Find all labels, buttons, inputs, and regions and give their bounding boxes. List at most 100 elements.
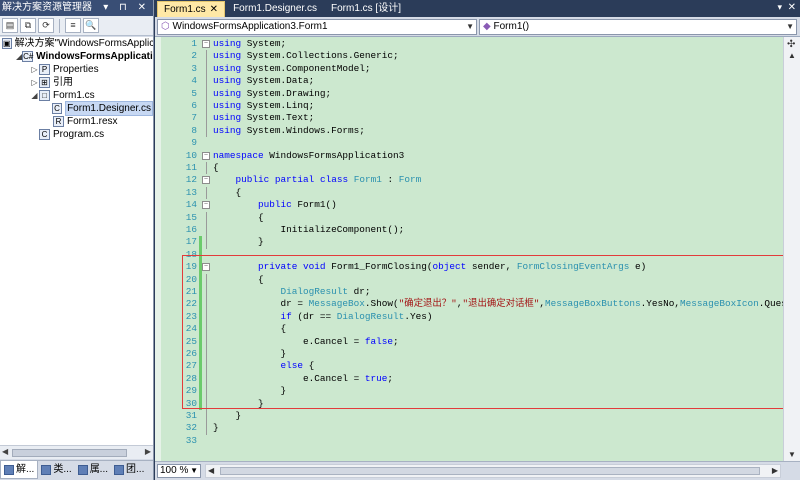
scroll-thumb[interactable] bbox=[220, 467, 760, 475]
collapse-icon[interactable]: − bbox=[202, 176, 210, 185]
code-line[interactable]: 29 } bbox=[155, 385, 775, 398]
scroll-right-icon[interactable]: ▶ bbox=[772, 466, 778, 475]
outline-guide bbox=[206, 50, 207, 63]
code-line[interactable]: 5 using System.Drawing; bbox=[155, 87, 775, 100]
scroll-up-icon[interactable]: ▲ bbox=[788, 51, 796, 60]
code-text: using System.Data; bbox=[213, 75, 315, 87]
solution-explorer-panel: 解决方案资源管理器 ▾ ⊓ ✕ ▤ ⧉ ⟳ ≡ 🔍 ▣ 解决方案"WindowsF… bbox=[0, 0, 154, 480]
code-line[interactable]: 2 using System.Collections.Generic; bbox=[155, 50, 775, 63]
bottom-tab[interactable]: 属... bbox=[75, 461, 111, 479]
change-marker bbox=[199, 236, 202, 249]
code-line[interactable]: 32} bbox=[155, 422, 775, 435]
code-line[interactable]: 4 using System.Data; bbox=[155, 75, 775, 88]
code-line[interactable]: 30 } bbox=[155, 397, 775, 410]
type-dropdown[interactable]: ⬡ WindowsFormsApplication3.Form1 ▼ bbox=[157, 18, 477, 35]
code-line[interactable]: 19− private void Form1_FormClosing(objec… bbox=[155, 261, 775, 274]
code-line[interactable]: 27 else { bbox=[155, 360, 775, 373]
code-line[interactable]: 20 { bbox=[155, 273, 775, 286]
code-line[interactable]: 7 using System.Text; bbox=[155, 112, 775, 125]
close-document-icon[interactable]: ✕ bbox=[788, 2, 796, 13]
tree-item[interactable]: ▣解决方案"WindowsFormsApplicatio bbox=[0, 37, 153, 50]
collapse-icon[interactable]: − bbox=[202, 151, 210, 160]
code-line[interactable]: 8 using System.Windows.Forms; bbox=[155, 124, 775, 138]
tab-form1-cs[interactable]: Form1.cs ✕ bbox=[157, 1, 226, 17]
tab-list-dropdown-icon[interactable]: ▾ bbox=[777, 2, 782, 13]
code-line[interactable]: 23 if (dr == DialogResult.Yes) bbox=[155, 310, 775, 324]
code-line[interactable]: 9 bbox=[155, 137, 775, 149]
collapse-icon[interactable]: − bbox=[202, 201, 210, 210]
code-line[interactable]: 3 using System.ComponentModel; bbox=[155, 62, 775, 76]
expander-icon[interactable]: ▷ bbox=[30, 63, 39, 76]
code-line[interactable]: 28 e.Cancel = true; bbox=[155, 372, 775, 386]
code-line[interactable]: 24 { bbox=[155, 323, 775, 336]
collapse-icon[interactable]: − bbox=[202, 263, 210, 272]
expander-icon[interactable]: ◢ bbox=[30, 89, 39, 102]
code-text-area[interactable]: 1− using System; 2 using System.Collections… bbox=[155, 37, 800, 461]
collapse-icon[interactable]: − bbox=[202, 40, 210, 48]
panel-window-controls[interactable]: ▾ ⊓ ✕ bbox=[103, 0, 150, 16]
tree-item[interactable]: ◢ C# WindowsFormsApplication bbox=[0, 50, 153, 63]
code-line[interactable]: 25 e.Cancel = false; bbox=[155, 335, 775, 348]
bottom-tab[interactable]: 团... bbox=[111, 461, 147, 479]
bottom-tab[interactable]: 解... bbox=[0, 461, 39, 479]
tree-item[interactable]: ▷ ⊞ 引用 bbox=[0, 76, 153, 89]
scroll-left-icon[interactable]: ◀ bbox=[2, 447, 8, 456]
tab-form1-designer-cs[interactable]: Form1.Designer.cs bbox=[227, 1, 323, 17]
tree-item[interactable]: R Form1.resx bbox=[0, 115, 153, 128]
code-text: } bbox=[213, 397, 264, 409]
line-number: 2 bbox=[191, 50, 197, 62]
vertical-scrollbar[interactable]: ✣ ▲ ▼ bbox=[783, 37, 800, 461]
code-text: dr = MessageBox.Show("确定退出？","退出确定对话框",M… bbox=[213, 298, 787, 310]
scroll-left-icon[interactable]: ◀ bbox=[208, 466, 214, 475]
member-dropdown[interactable]: ◆ Form1() ▼ bbox=[479, 18, 797, 35]
close-tab-icon[interactable]: ✕ bbox=[210, 4, 218, 15]
tree-item[interactable]: C Program.cs bbox=[0, 128, 153, 141]
tab-form1-design[interactable]: Form1.cs [设计] bbox=[325, 1, 407, 17]
code-line[interactable]: 16 InitializeComponent(); bbox=[155, 224, 775, 237]
zoom-dropdown[interactable]: 100 % ▼ bbox=[157, 464, 201, 478]
code-text: } bbox=[213, 348, 287, 359]
code-line[interactable]: 26 } bbox=[155, 348, 775, 361]
code-line[interactable]: 10− namespace WindowsFormsApplication3 bbox=[155, 150, 775, 162]
code-line[interactable]: 15 { bbox=[155, 211, 775, 224]
outline-guide bbox=[206, 273, 207, 286]
solution-horizontal-scrollbar[interactable]: ◀ ▶ bbox=[0, 445, 153, 459]
horizontal-scrollbar[interactable]: ◀ ▶ bbox=[205, 464, 781, 478]
scroll-right-icon[interactable]: ▶ bbox=[145, 447, 151, 456]
view-code-icon[interactable]: ≡ bbox=[65, 18, 81, 33]
resx-file-icon: R bbox=[53, 116, 64, 127]
code-line[interactable]: 18 bbox=[155, 248, 775, 262]
document-tabs: Form1.cs ✕ Form1.Designer.cs Form1.cs [设计… bbox=[155, 0, 800, 17]
show-all-files-icon[interactable]: ⧉ bbox=[20, 18, 36, 33]
code-line[interactable]: 6 using System.Linq; bbox=[155, 100, 775, 113]
code-line[interactable]: 14− public Form1() bbox=[155, 199, 775, 211]
properties-button-icon[interactable]: ▤ bbox=[2, 18, 18, 33]
change-marker bbox=[199, 273, 202, 286]
code-line[interactable]: 31 } bbox=[155, 410, 775, 423]
code-line[interactable]: 13 { bbox=[155, 186, 775, 200]
scroll-thumb[interactable] bbox=[12, 449, 127, 457]
code-line[interactable]: 11 { bbox=[155, 162, 775, 175]
refresh-icon[interactable]: ⟳ bbox=[38, 18, 54, 33]
outline-guide bbox=[206, 422, 207, 435]
expander-icon[interactable]: ▷ bbox=[30, 76, 39, 89]
scroll-down-icon[interactable]: ▼ bbox=[788, 450, 796, 459]
split-view-icon[interactable]: ✣ bbox=[787, 39, 795, 50]
form-icon: □ bbox=[39, 90, 50, 101]
code-line[interactable]: 33 bbox=[155, 435, 775, 447]
code-text: { bbox=[213, 323, 287, 335]
tree-item[interactable]: ▷ P Properties bbox=[0, 63, 153, 76]
outline-guide bbox=[206, 224, 207, 237]
tree-item-label: 解决方案"WindowsFormsApplicatio bbox=[14, 38, 153, 49]
line-number: 27 bbox=[185, 360, 197, 372]
bottom-tab[interactable]: 类... bbox=[38, 461, 74, 479]
view-designer-icon[interactable]: 🔍 bbox=[83, 18, 99, 33]
code-line[interactable]: 22 dr = MessageBox.Show("确定退出？","退出确定对话框… bbox=[155, 298, 787, 311]
line-number: 11 bbox=[185, 162, 197, 173]
tree-item[interactable]: C Form1.Designer.cs bbox=[0, 101, 153, 116]
code-line[interactable]: 21 DialogResult dr; bbox=[155, 286, 775, 299]
code-line[interactable]: 17 } bbox=[155, 236, 775, 249]
code-line[interactable]: 1− using System; bbox=[155, 38, 775, 50]
bottom-tab-label: 属... bbox=[89, 464, 109, 475]
code-line[interactable]: 12− public partial class Form1 : Form bbox=[155, 174, 775, 186]
